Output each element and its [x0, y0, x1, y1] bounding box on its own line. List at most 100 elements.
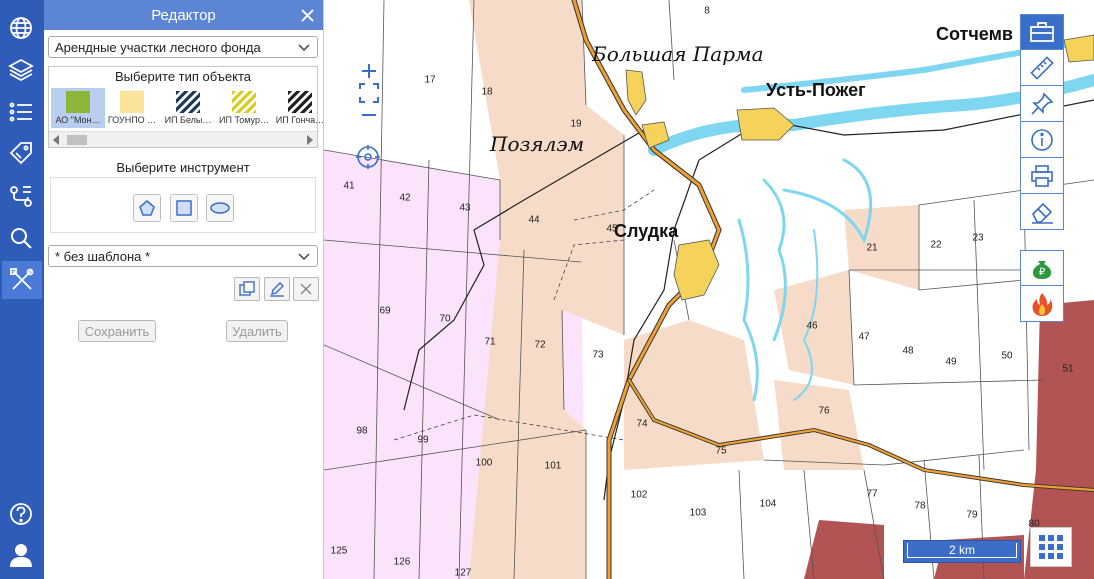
- layers-icon[interactable]: [4, 53, 38, 87]
- object-type-item[interactable]: ИП Белы…: [161, 88, 215, 128]
- object-type-item[interactable]: ГОУНПО …: [105, 88, 159, 128]
- parcel-number: 45: [606, 223, 618, 235]
- info-icon[interactable]: [1020, 122, 1064, 158]
- scrollbar-thumb[interactable]: [67, 135, 87, 145]
- polygon-tool-icon[interactable]: [133, 194, 161, 222]
- zoom-extent-icon[interactable]: [357, 82, 381, 104]
- layer-select-value: Арендные участки лесного фонда: [55, 39, 261, 55]
- tool-caption: Выберите инструмент: [116, 160, 250, 175]
- right-toolbar-extra: ₽: [1020, 250, 1064, 322]
- parcel-number: 8: [704, 5, 710, 17]
- lease-area: [844, 205, 919, 290]
- hatch-swatch: [232, 91, 256, 113]
- parcel-number: 70: [439, 313, 451, 325]
- place-label: Позялэм: [490, 132, 585, 156]
- parcel-number: 79: [966, 509, 978, 521]
- route-icon[interactable]: [4, 179, 38, 213]
- money-bag-icon[interactable]: ₽: [1020, 250, 1064, 286]
- object-type-item[interactable]: ИП Томур…: [217, 88, 271, 128]
- lease-area: [774, 380, 864, 470]
- parcel-number: 69: [379, 305, 391, 317]
- place-label: Сотчемв: [936, 24, 1013, 44]
- object-type-caption: Выберите тип объекта: [114, 69, 252, 84]
- parcel-number: 77: [866, 488, 878, 500]
- parcel-number: 72: [534, 339, 546, 351]
- parcel-number: 48: [902, 345, 914, 357]
- ruler-icon[interactable]: [1020, 50, 1064, 86]
- hatch-swatch: [176, 91, 200, 113]
- parcel-number: 103: [689, 507, 707, 519]
- object-type-item[interactable]: АО "Мон…: [51, 88, 105, 128]
- solid-swatch: [120, 91, 144, 113]
- close-icon[interactable]: [297, 5, 317, 25]
- parcel-number: 18: [481, 86, 493, 98]
- parcel-number: 125: [330, 545, 348, 557]
- scroll-left-icon[interactable]: [52, 135, 60, 145]
- parcel-number: 41: [343, 180, 355, 192]
- globe-icon[interactable]: [4, 11, 38, 45]
- parcel-number: 49: [945, 356, 957, 368]
- parcel-number: 71: [484, 336, 496, 348]
- delete-icon[interactable]: [293, 277, 319, 301]
- lease-area: [624, 320, 764, 470]
- parcel-number: 43: [459, 202, 471, 214]
- parcel-number: 100: [475, 457, 493, 469]
- parcel-number: 46: [806, 320, 818, 332]
- delete-button[interactable]: Удалить: [226, 320, 288, 342]
- dark-red-zone: [804, 520, 884, 579]
- parcel-number: 47: [858, 331, 870, 343]
- template-select-value: * без шаблона *: [55, 248, 151, 264]
- chevron-down-icon: [298, 253, 310, 261]
- toolbox-icon[interactable]: [1020, 14, 1064, 50]
- object-type-item[interactable]: ИП Гонча…: [273, 88, 327, 128]
- place-label: Усть-Пожег: [766, 80, 866, 100]
- parcel-number: 44: [528, 214, 540, 226]
- user-icon[interactable]: [4, 538, 38, 572]
- grid-icon[interactable]: [1030, 527, 1072, 567]
- parcel-number: 101: [544, 460, 562, 472]
- horizontal-scrollbar[interactable]: [49, 131, 317, 147]
- zoom-out-icon[interactable]: [357, 104, 381, 126]
- tool-box: [50, 177, 316, 233]
- parcel-number: 126: [393, 556, 411, 568]
- parcel-number: 19: [570, 118, 582, 130]
- parcel-number: 51: [1062, 363, 1074, 375]
- map-view[interactable]: Большая Парма Усть-Пожег Позялэм Слудка …: [324, 0, 1094, 579]
- tools-icon[interactable]: [2, 261, 42, 299]
- eraser-icon[interactable]: [1020, 194, 1064, 230]
- save-button[interactable]: Сохранить: [78, 320, 156, 342]
- parcel-number: 104: [759, 498, 777, 510]
- tag-icon[interactable]: [4, 136, 38, 170]
- print-icon[interactable]: [1020, 158, 1064, 194]
- editor-title: Редактор: [151, 6, 216, 24]
- scale-label: 2 km: [907, 543, 1017, 558]
- parcel-number: 17: [424, 74, 436, 86]
- place-label: Слудка: [614, 221, 679, 241]
- copy-icon[interactable]: [234, 277, 260, 301]
- pin-icon[interactable]: [1020, 86, 1064, 122]
- ellipse-tool-icon[interactable]: [206, 194, 234, 222]
- layer-select[interactable]: Арендные участки лесного фонда: [48, 36, 318, 58]
- chevron-down-icon: [298, 44, 310, 52]
- editor-header: Редактор: [44, 0, 323, 30]
- parcel-number: 98: [356, 425, 368, 437]
- parcel-number: 75: [715, 445, 727, 457]
- parcel-number: 21: [866, 242, 878, 254]
- svg-text:₽: ₽: [1039, 267, 1046, 278]
- scroll-right-icon[interactable]: [306, 135, 314, 145]
- rectangle-tool-icon[interactable]: [170, 194, 198, 222]
- edit-icon[interactable]: [264, 277, 290, 301]
- list-icon[interactable]: [4, 95, 38, 129]
- hatch-swatch: [288, 91, 312, 113]
- template-select[interactable]: * без шаблона *: [48, 245, 318, 267]
- zoom-in-icon[interactable]: [357, 60, 381, 82]
- help-icon[interactable]: [4, 497, 38, 531]
- parcel-number: 78: [914, 500, 926, 512]
- parcel-number: 23: [972, 232, 984, 244]
- fire-icon[interactable]: [1020, 286, 1064, 322]
- locate-icon[interactable]: [355, 144, 381, 170]
- parcel-number: 50: [1001, 350, 1013, 362]
- search-icon[interactable]: [4, 221, 38, 255]
- right-toolbar: [1020, 14, 1064, 230]
- parcel-number: 76: [818, 405, 830, 417]
